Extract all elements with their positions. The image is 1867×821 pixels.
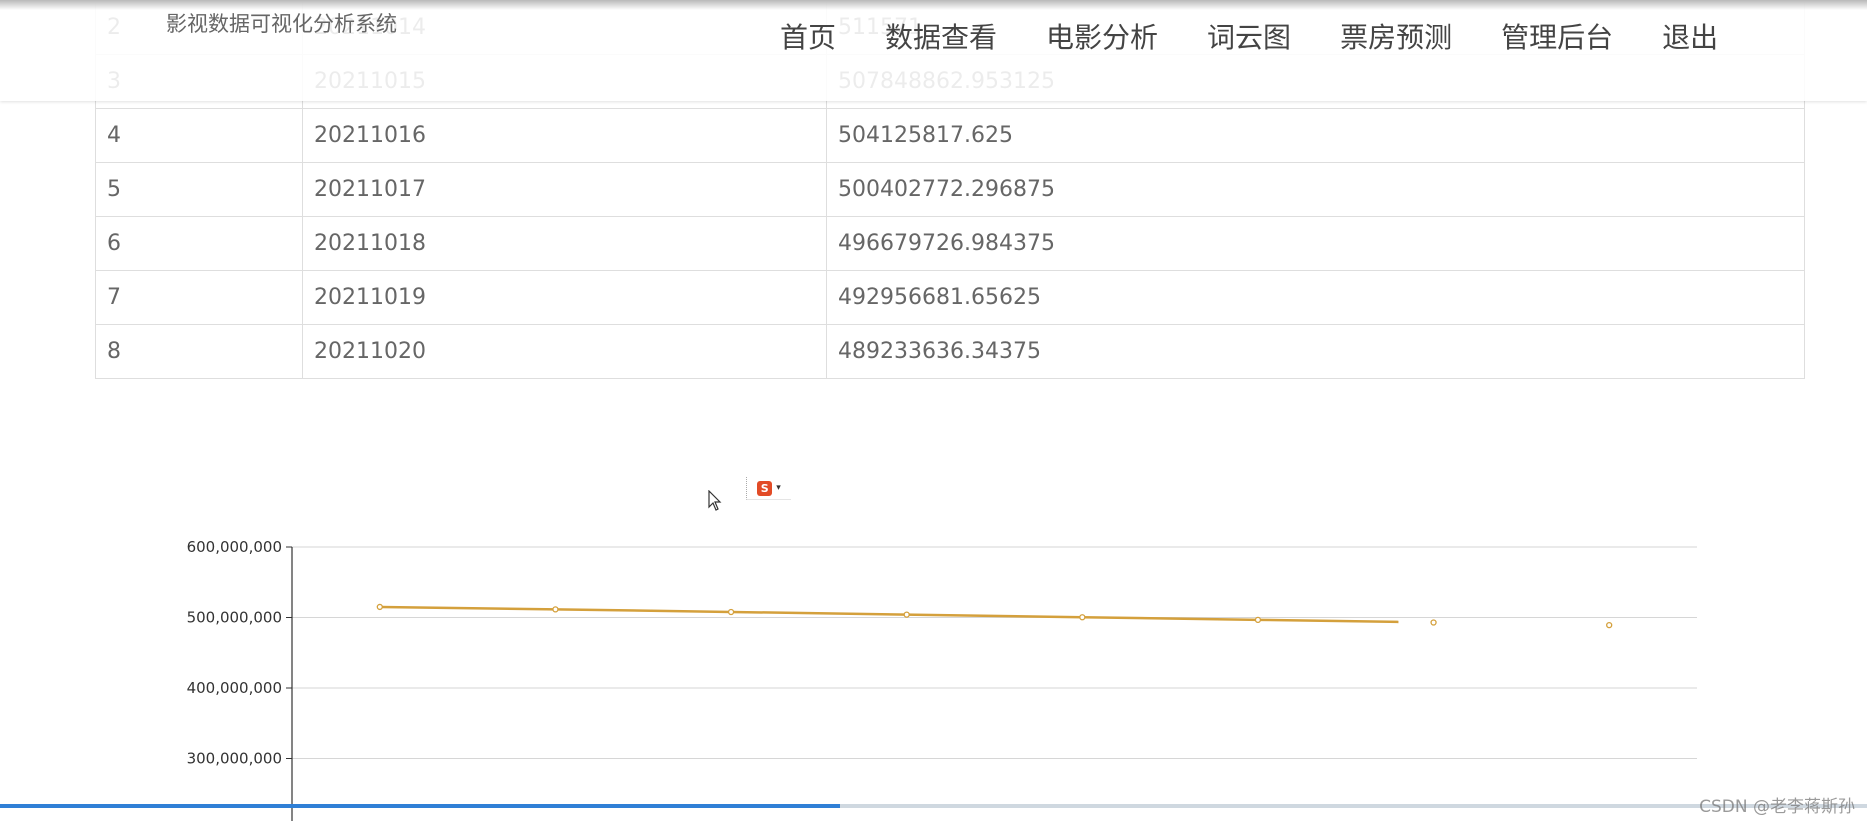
forecast-value-cell: 500402772.296875 bbox=[826, 162, 1805, 217]
ime-toolbar[interactable]: S ▾ bbox=[746, 477, 791, 500]
data-point bbox=[1606, 621, 1613, 629]
date-cell: 20211018 bbox=[302, 216, 827, 271]
table-row: 4 20211016 504125817.625 bbox=[95, 108, 1805, 163]
forecast-line-chart: 600,000,000 500,000,000 400,000,000 300,000… bbox=[187, 538, 1697, 821]
page-progress-bar bbox=[0, 804, 1867, 808]
nav-data-view[interactable]: 数据查看 bbox=[885, 16, 997, 56]
series-line bbox=[379, 605, 1399, 624]
forecast-value-cell: 492956681.65625 bbox=[826, 270, 1805, 325]
data-point bbox=[727, 608, 735, 616]
site-title: 影视数据可视化分析系统 bbox=[166, 12, 397, 36]
nav-box-office-forecast[interactable]: 票房预测 bbox=[1340, 16, 1452, 56]
nav-logout[interactable]: 退出 bbox=[1662, 16, 1718, 56]
mouse-cursor-icon bbox=[708, 490, 722, 511]
data-point bbox=[1254, 616, 1262, 623]
table-row: 5 20211017 500402772.296875 bbox=[95, 162, 1805, 217]
table-row: 7 20211019 492956681.65625 bbox=[95, 270, 1805, 325]
nav-word-cloud[interactable]: 词云图 bbox=[1207, 16, 1291, 56]
nav-admin[interactable]: 管理后台 bbox=[1501, 16, 1613, 56]
data-point bbox=[903, 611, 910, 618]
y-tick-label: 500,000,000 bbox=[187, 609, 282, 627]
date-cell: 20211020 bbox=[302, 324, 827, 379]
row-index-cell: 5 bbox=[95, 162, 303, 217]
main-nav: 首页 数据查看 电影分析 词云图 票房预测 管理后台 退出 bbox=[780, 16, 1718, 56]
page-progress-fill bbox=[0, 804, 841, 808]
forecast-value-cell: 496679726.984375 bbox=[826, 216, 1805, 271]
date-cell: 20211016 bbox=[302, 108, 827, 163]
data-point bbox=[1430, 619, 1437, 626]
date-cell: 20211017 bbox=[302, 162, 827, 217]
table-row: 6 20211018 496679726.984375 bbox=[95, 216, 1805, 271]
data-point bbox=[376, 603, 383, 611]
watermark-text: CSDN @老李蒋斯孙 bbox=[1699, 797, 1855, 817]
data-point bbox=[552, 606, 559, 613]
date-cell: 20211019 bbox=[302, 270, 827, 325]
nav-home[interactable]: 首页 bbox=[780, 16, 836, 56]
y-tick-label: 400,000,000 bbox=[187, 679, 282, 697]
chevron-down-icon[interactable]: ▾ bbox=[776, 483, 781, 493]
row-index-cell: 7 bbox=[95, 270, 303, 325]
row-index-cell: 4 bbox=[95, 108, 303, 163]
forecast-value-cell: 489233636.34375 bbox=[826, 324, 1805, 379]
forecast-value-cell: 504125817.625 bbox=[826, 108, 1805, 163]
y-tick-label: 300,000,000 bbox=[187, 750, 282, 768]
data-point bbox=[1079, 614, 1086, 621]
row-index-cell: 6 bbox=[95, 216, 303, 271]
row-index-cell: 8 bbox=[95, 324, 303, 379]
top-navbar: 影视数据可视化分析系统 首页 数据查看 电影分析 词云图 票房预测 管理后台 退… bbox=[0, 0, 1867, 101]
table-row: 8 20211020 489233636.34375 bbox=[95, 324, 1805, 379]
y-tick-label: 600,000,000 bbox=[187, 538, 282, 556]
sogou-s-icon[interactable]: S bbox=[757, 480, 773, 496]
nav-movie-analysis[interactable]: 电影分析 bbox=[1046, 16, 1158, 56]
